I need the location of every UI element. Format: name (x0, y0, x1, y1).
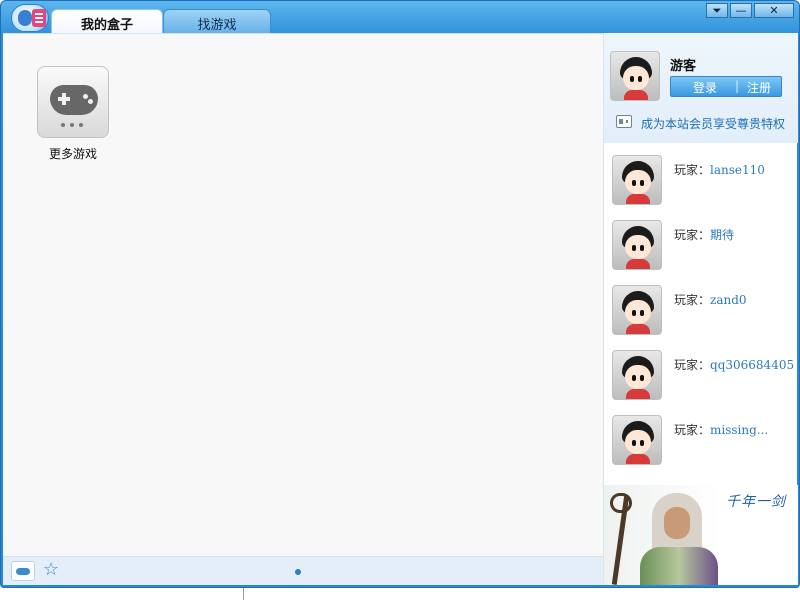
auth-separator: | (735, 79, 740, 93)
tab-find-games[interactable]: 找游戏 (163, 9, 271, 35)
player-name[interactable]: missing... (710, 423, 768, 437)
game-label[interactable]: 更多游戏 (37, 145, 109, 162)
list-item[interactable]: 玩家：qq306684405 (604, 346, 798, 411)
player-prefix: 玩家： (674, 163, 711, 177)
menu-dropdown-button[interactable]: ⏷ (706, 3, 728, 18)
tab-my-box[interactable]: 我的盒子 (51, 9, 163, 35)
title-bar[interactable]: 我的盒子 找游戏 ⏷ — ✕ (1, 1, 799, 35)
vip-text[interactable]: 成为本站会员享受尊贵特权 (641, 115, 785, 132)
member-card-icon (616, 115, 632, 128)
star-icon[interactable]: ☆ (43, 559, 59, 581)
ad-logo: 千年一剑 (726, 494, 786, 510)
avatar[interactable] (612, 285, 662, 335)
app-logo-icon (11, 4, 49, 32)
player-name[interactable]: lanse110 (710, 163, 765, 177)
game-tile-more-games[interactable]: 更多游戏 (37, 66, 109, 162)
avatar[interactable] (612, 350, 662, 400)
player-name[interactable]: 期待 (710, 228, 734, 242)
minimize-button[interactable]: — (730, 3, 752, 18)
list-item[interactable]: 玩家：期待 (604, 216, 798, 281)
avatar[interactable] (612, 415, 662, 465)
player-name[interactable]: zand0 (710, 293, 747, 307)
auth-button-group: 登录 | 注册 (670, 76, 782, 97)
gamepad-icon[interactable] (37, 66, 109, 138)
close-button[interactable]: ✕ (754, 3, 794, 18)
avatar (610, 51, 660, 101)
avatar[interactable] (612, 220, 662, 270)
bottom-toolbar: ☆ (3, 556, 603, 585)
list-item[interactable]: 玩家：missing... (604, 411, 798, 476)
player-prefix: 玩家： (674, 423, 711, 437)
player-name[interactable]: qq306684405 (710, 358, 794, 372)
list-item[interactable]: 玩家：zand0 (604, 281, 798, 346)
divider (243, 588, 244, 600)
ad-banner[interactable]: 千年一剑 (604, 485, 798, 585)
avatar[interactable] (612, 155, 662, 205)
profile-panel: 游客 登录 | 注册 成为本站会员享受尊贵特权 (604, 33, 798, 143)
username: 游客 (670, 59, 697, 74)
page-indicator-dot[interactable] (295, 569, 301, 575)
gamepad-icon[interactable] (11, 561, 35, 581)
vip-link[interactable]: 成为本站会员享受尊贵特权 (616, 115, 796, 135)
game-box-area: 更多游戏 (3, 33, 603, 556)
player-list: 玩家：lanse110 玩家：期待 玩家：zand0 玩家：qq30668440… (604, 151, 798, 476)
login-button[interactable]: 登录 (693, 79, 717, 96)
list-item[interactable]: 玩家：lanse110 (604, 151, 798, 216)
sidebar: 游客 登录 | 注册 成为本站会员享受尊贵特权 玩家：lanse110 玩家：期… (603, 33, 798, 585)
register-button[interactable]: 注册 (747, 79, 771, 96)
player-prefix: 玩家： (674, 358, 711, 372)
player-prefix: 玩家： (674, 228, 711, 242)
player-prefix: 玩家： (674, 293, 711, 307)
